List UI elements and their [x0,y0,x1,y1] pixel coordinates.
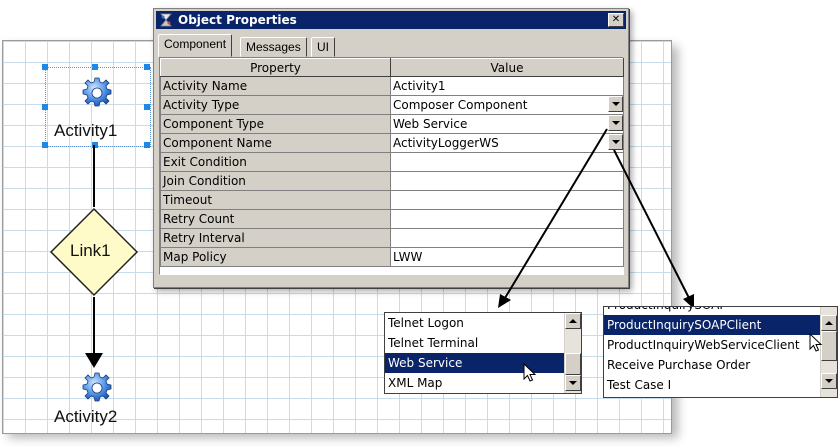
link1-node[interactable]: Link1 [49,207,139,297]
property-name: Activity Name [160,76,391,96]
activity2-node[interactable]: Activity2 [45,369,149,433]
property-name: Component Name [160,133,391,153]
property-name: Retry Interval [160,228,391,248]
table-row[interactable]: Component Type Web Service [160,114,624,134]
property-value: ActivityLoggerWS [393,136,499,150]
column-header-property[interactable]: Property [160,58,391,77]
table-row[interactable]: Exit Condition [160,152,624,172]
property-value[interactable] [390,209,624,229]
dialog-title: Object Properties [178,13,297,27]
property-value[interactable] [390,171,624,191]
connector-line [93,297,95,354]
property-value-select[interactable]: ActivityLoggerWS [390,133,624,153]
component-name-list[interactable]: ProductInquirySOAP ProductInquirySOAPCli… [603,306,838,398]
property-grid: Property Value Activity Name Activity1 A… [159,57,624,275]
object-properties-dialog: Object Properties ✕ Component Messages U… [153,8,629,288]
activity2-label: Activity2 [54,407,118,426]
property-value[interactable] [390,190,624,210]
dialog-titlebar[interactable]: Object Properties ✕ [156,11,626,29]
scroll-up-button[interactable] [565,313,581,329]
connector-line [93,145,95,207]
property-value[interactable] [390,152,624,172]
scroll-thumb[interactable] [565,353,581,375]
property-value: Web Service [393,117,468,131]
table-row[interactable]: Retry Count [160,209,624,229]
activity1-node[interactable]: Activity1 [45,67,149,145]
list-item[interactable]: Telnet Logon [385,313,564,333]
list-item[interactable]: XML Map [385,373,564,393]
table-row[interactable]: Join Condition [160,171,624,191]
table-row[interactable]: Retry Interval [160,228,624,248]
property-value-select[interactable]: Composer Component [390,95,624,115]
list-item[interactable]: Test Case I [604,375,820,395]
list-item-selected[interactable]: ProductInquirySOAPClient [604,315,820,335]
list-item[interactable]: Receive Purchase Order [604,355,820,375]
property-name: Exit Condition [160,152,391,172]
property-name: Component Type [160,114,391,134]
component-type-list[interactable]: Telnet Logon Telnet Terminal Web Service… [384,312,582,394]
table-row[interactable]: Map Policy LWW [160,247,624,267]
property-name: Activity Type [160,95,391,115]
scroll-down-button[interactable] [821,373,837,389]
property-value: Composer Component [393,98,528,112]
link1-label: Link1 [70,241,111,260]
property-value[interactable] [390,228,624,248]
property-name: Join Condition [160,171,391,191]
scroll-thumb[interactable] [821,331,837,361]
list-item[interactable]: Telnet Terminal [385,333,564,353]
table-row[interactable]: Activity Type Composer Component [160,95,624,115]
scroll-down-button[interactable] [565,375,581,391]
table-row[interactable]: Component Name ActivityLoggerWS [160,133,624,153]
property-name: Retry Count [160,209,391,229]
tab-messages[interactable]: Messages [240,37,307,57]
tab-component[interactable]: Component [158,34,233,57]
list-item[interactable]: ProductInquiryWebServiceClient [604,335,820,355]
property-value-select[interactable]: Web Service [390,114,624,134]
list-item-selected[interactable]: Web Service [385,353,564,373]
property-value[interactable]: Activity1 [390,76,624,96]
mouse-pointer-icon [523,363,537,382]
property-value[interactable]: LWW [390,247,624,267]
mouse-pointer-icon [809,333,823,352]
tab-ui[interactable]: UI [311,37,335,57]
properties-icon [160,13,172,27]
close-button[interactable]: ✕ [608,13,624,27]
gear-icon [82,77,112,107]
scroll-up-button[interactable] [821,315,837,331]
table-row[interactable]: Activity Name Activity1 [160,76,624,96]
activity1-label: Activity1 [54,121,118,140]
column-header-value[interactable]: Value [390,58,624,77]
list-item[interactable]: ProductInquirySOAP [604,307,820,315]
property-name: Map Policy [160,247,391,267]
gear-icon [82,372,112,402]
arrowhead [85,353,103,368]
dropdown-button[interactable] [608,134,623,150]
dropdown-button[interactable] [608,96,623,112]
dropdown-button[interactable] [608,115,623,131]
property-name: Timeout [160,190,391,210]
table-row[interactable]: Timeout [160,190,624,210]
scrollbar[interactable] [564,313,581,393]
